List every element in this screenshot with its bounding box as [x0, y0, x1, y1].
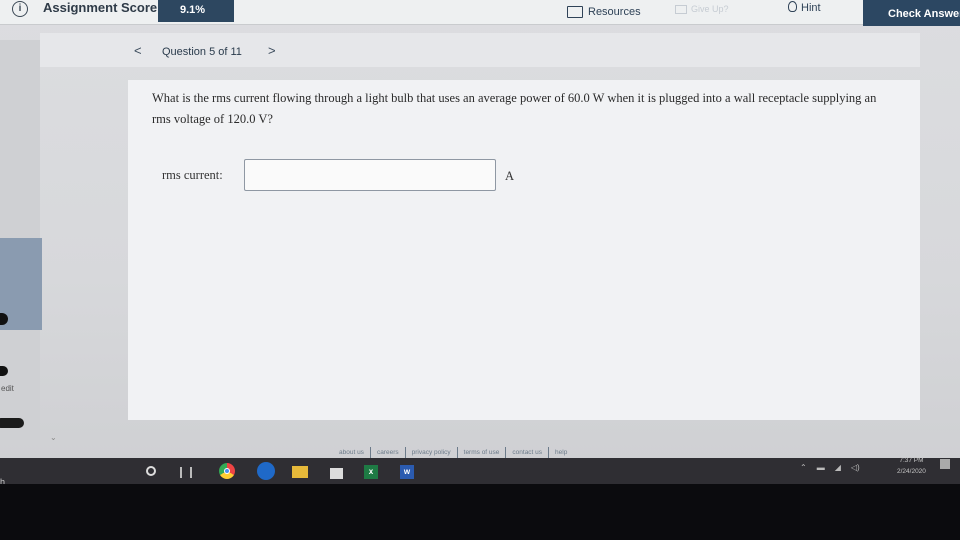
- hint-button[interactable]: Hint: [788, 0, 821, 14]
- left-edit-label[interactable]: edit: [1, 384, 14, 393]
- assignment-score-value: 9.1%: [158, 0, 234, 22]
- excel-icon[interactable]: x: [364, 465, 378, 479]
- footer-links: about us careers privacy policy terms of…: [333, 446, 573, 458]
- browser-screen: i Assignment Score: 9.1% Resources Give …: [0, 0, 960, 462]
- lightbulb-icon: [788, 0, 797, 12]
- assignment-toolbar: i Assignment Score: 9.1% Resources Give …: [0, 0, 960, 26]
- hint-label: Hint: [801, 2, 821, 14]
- chrome-icon[interactable]: [219, 463, 235, 479]
- answer-unit: A: [505, 169, 515, 183]
- notification-icon[interactable]: [940, 459, 950, 469]
- clock[interactable]: 7:37 PM 2/24/2020: [897, 455, 926, 477]
- footer-link-terms[interactable]: terms of use: [458, 449, 506, 456]
- footer-link-contact[interactable]: contact us: [506, 449, 548, 456]
- system-tray: ⌃ ▬ ◢ ◁): [800, 463, 860, 472]
- clock-time: 7:37 PM: [899, 457, 924, 464]
- question-text: What is the rms current flowing through …: [152, 91, 877, 126]
- previous-question-chevron-icon[interactable]: <: [134, 43, 142, 58]
- store-icon[interactable]: [330, 465, 343, 479]
- info-icon[interactable]: i: [12, 1, 28, 17]
- give-up-label: Give Up?: [691, 4, 729, 14]
- windows-taskbar: h x w ⌃ ▬ ◢ ◁) 7:37 PM 2/24/2020: [0, 455, 960, 487]
- question-navigation: < Question 5 of 11 >: [40, 33, 920, 67]
- next-question-chevron-icon[interactable]: >: [268, 43, 276, 58]
- footer-link-privacy[interactable]: privacy policy: [406, 449, 457, 456]
- footer-link-help[interactable]: help: [549, 449, 573, 456]
- screen-bezel: [0, 484, 960, 540]
- footer-link-careers[interactable]: careers: [371, 449, 405, 456]
- resources-label: Resources: [588, 6, 641, 18]
- search-icon[interactable]: [146, 466, 156, 476]
- check-answer-button[interactable]: Check Answer: [863, 0, 960, 26]
- task-view-icon[interactable]: [180, 467, 192, 478]
- volume-icon[interactable]: ◁): [851, 463, 860, 472]
- question-counter[interactable]: Question 5 of 11: [162, 46, 242, 58]
- chevron-up-icon[interactable]: ⌃: [800, 463, 807, 472]
- assignment-score-label: Assignment Score:: [43, 0, 162, 15]
- battery-icon[interactable]: ▬: [817, 463, 825, 472]
- resources-icon: [567, 6, 583, 18]
- clock-date: 2/24/2020: [897, 468, 926, 475]
- give-up-button[interactable]: Give Up?: [675, 4, 729, 14]
- word-icon[interactable]: w: [400, 465, 414, 479]
- question-card: What is the rms current flowing through …: [128, 80, 920, 420]
- edge-icon[interactable]: [257, 462, 275, 480]
- collapse-chevron-icon[interactable]: ⌄: [50, 433, 57, 442]
- wifi-icon[interactable]: ◢: [835, 463, 841, 472]
- rms-current-input[interactable]: [244, 159, 496, 191]
- flag-icon: [675, 4, 687, 14]
- answer-label: rms current:: [162, 168, 223, 182]
- footer-link-about[interactable]: about us: [333, 449, 370, 456]
- file-explorer-icon[interactable]: [292, 466, 308, 478]
- resources-button[interactable]: Resources: [567, 3, 641, 21]
- left-panel-handle-3[interactable]: [0, 418, 24, 428]
